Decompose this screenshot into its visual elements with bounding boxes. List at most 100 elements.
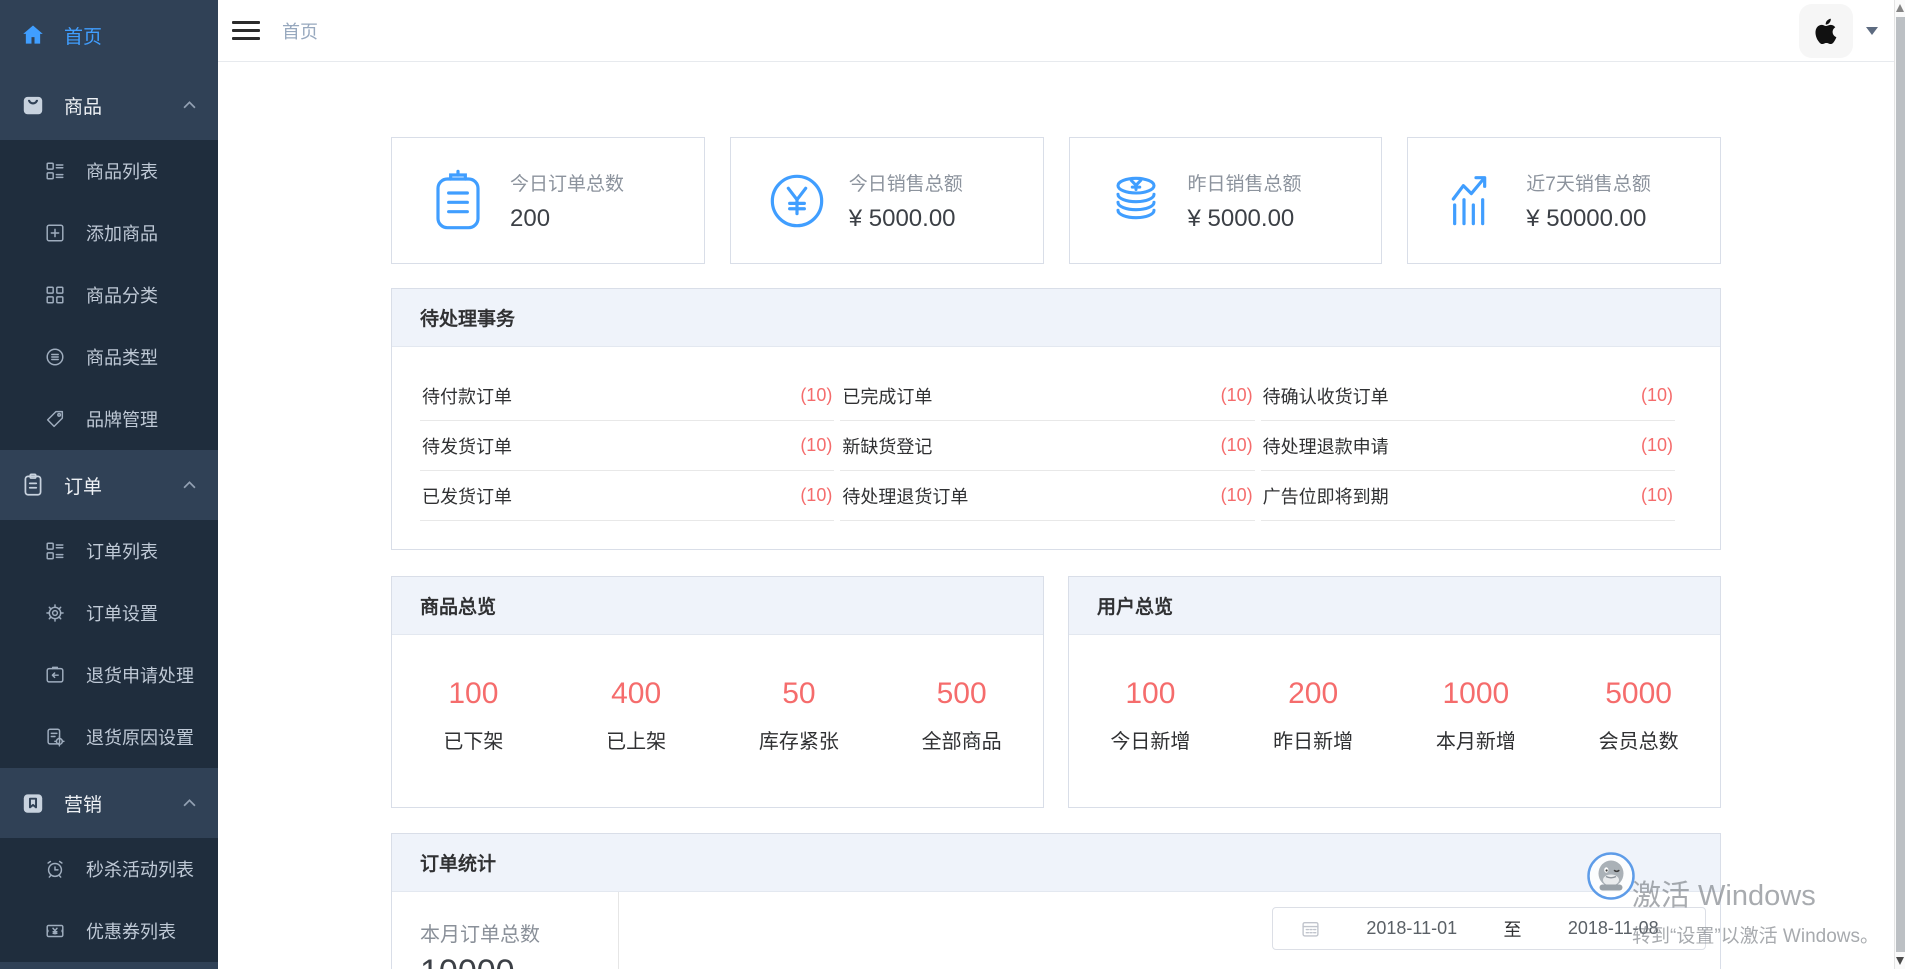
sidebar-item-label: 营销 xyxy=(64,790,102,817)
overview-label: 已下架 xyxy=(392,725,555,754)
return-box-icon xyxy=(44,664,66,686)
dashboard-content: 今日订单总数 200 今日销售总额 ¥ 5000.00 xyxy=(218,62,1905,969)
sidebar-item-order[interactable]: 订单 xyxy=(0,450,218,520)
sidebar-item-brand[interactable]: 品牌管理 xyxy=(0,388,218,450)
sidebar-item-coupon-list[interactable]: 优惠券列表 xyxy=(0,900,218,962)
vertical-scrollbar[interactable] xyxy=(1894,0,1905,969)
stat-card-text: 今日销售总额 ¥ 5000.00 xyxy=(849,169,963,233)
todo-item[interactable]: 待处理退货订单(10) xyxy=(840,471,1254,521)
sidebar-item-product-add[interactable]: 添加商品 xyxy=(0,202,218,264)
sidebar-item-label: 秒杀活动列表 xyxy=(86,856,194,882)
overview-stat: 50库存紧张 xyxy=(718,677,881,754)
sidebar-item-product-category[interactable]: 商品分类 xyxy=(0,264,218,326)
sidebar-item-product-list[interactable]: 商品列表 xyxy=(0,140,218,202)
overview-value: 100 xyxy=(392,677,555,711)
grid-icon xyxy=(44,284,66,306)
scrollbar-thumb[interactable] xyxy=(1896,17,1905,952)
user-overview-stats: 100今日新增 200昨日新增 1000本月新增 5000会员总数 xyxy=(1069,635,1720,754)
sidebar-item-product-type[interactable]: 商品类型 xyxy=(0,326,218,388)
todo-count: (10) xyxy=(1221,385,1253,406)
date-start-field[interactable]: 2018-11-01 xyxy=(1320,918,1504,939)
todo-item[interactable]: 待处理退款申请(10) xyxy=(1261,421,1675,471)
todo-count: (10) xyxy=(800,485,832,506)
hamburger-menu-icon[interactable] xyxy=(232,16,260,45)
stat-card-week-sales: 近7天销售总额 ¥ 50000.00 xyxy=(1407,137,1721,264)
sidebar-item-return-apply[interactable]: 退货申请处理 xyxy=(0,644,218,706)
overview-row: 商品总览 100已下架 400已上架 50库存紧张 500全部商品 用户总览 1… xyxy=(391,576,1721,808)
todo-label: 待处理退款申请 xyxy=(1263,433,1389,459)
sidebar-submenu-order: 订单列表 订单设置 退货申请处理 退货原因设置 xyxy=(0,520,218,768)
stat-card-today-orders: 今日订单总数 200 xyxy=(391,137,705,264)
avatar[interactable] xyxy=(1799,4,1853,58)
product-overview-stats: 100已下架 400已上架 50库存紧张 500全部商品 xyxy=(392,635,1043,754)
stat-card-value: ¥ 5000.00 xyxy=(1188,205,1302,233)
bookmark-icon xyxy=(20,790,46,816)
order-clipboard-icon xyxy=(426,169,490,233)
panel-title: 待处理事务 xyxy=(392,289,1720,347)
overview-label: 本月新增 xyxy=(1395,725,1558,754)
overview-value: 50 xyxy=(718,677,881,711)
todo-grid: 待付款订单(10) 已完成订单 (10) 待确认收货订单(10) 待发货订单(10… xyxy=(392,347,1720,549)
sidebar-item-label: 订单设置 xyxy=(86,600,158,626)
sidebar-item-label: 商品类型 xyxy=(86,344,158,370)
breadcrumb[interactable]: 首页 xyxy=(282,18,318,44)
todo-item[interactable]: 新缺货登记(10) xyxy=(840,421,1254,471)
sidebar-item-label: 优惠券列表 xyxy=(86,918,176,944)
sidebar-item-product[interactable]: 商品 xyxy=(0,70,218,140)
date-range-picker[interactable]: 2018-11-01 至 2018-11-08 xyxy=(1272,907,1706,950)
scroll-down-arrow-icon[interactable] xyxy=(1896,957,1904,965)
sidebar-item-home[interactable]: 首页 xyxy=(0,0,218,70)
home-icon xyxy=(20,22,46,48)
stat-card-label: 昨日销售总额 xyxy=(1188,169,1302,196)
sidebar-item-label: 商品分类 xyxy=(86,282,158,308)
grid-list-icon xyxy=(44,160,66,182)
sidebar-item-label: 退货申请处理 xyxy=(86,662,194,688)
chevron-down-icon[interactable] xyxy=(1866,27,1878,35)
todo-label: 已发货订单 xyxy=(422,483,512,509)
todo-panel: 待处理事务 待付款订单(10) 已完成订单 (10) 待确认收货订单(10) 待发… xyxy=(391,288,1721,550)
sidebar-item-flash-sale[interactable]: 秒杀活动列表 xyxy=(0,838,218,900)
todo-item[interactable]: 待确认收货订单(10) xyxy=(1261,371,1675,421)
sidebar-item-label: 商品 xyxy=(64,92,102,119)
todo-label: 已完成订单 xyxy=(842,383,932,409)
sidebar-item-label: 订单列表 xyxy=(86,538,158,564)
todo-count: (10) xyxy=(800,435,832,456)
date-end-field[interactable]: 2018-11-08 xyxy=(1522,918,1706,939)
coins-icon xyxy=(1104,169,1168,233)
sidebar-item-label: 添加商品 xyxy=(86,220,158,246)
overview-stat: 100 已下架 xyxy=(392,677,555,754)
list-circle-icon xyxy=(44,346,66,368)
sidebar-item-order-setting[interactable]: 订单设置 xyxy=(0,582,218,644)
chevron-up-icon xyxy=(183,799,196,807)
overview-stat: 5000会员总数 xyxy=(1557,677,1720,754)
qq-helper-icon[interactable] xyxy=(1586,851,1636,901)
todo-item[interactable]: 已完成订单 (10) xyxy=(840,371,1254,421)
todo-label: 新缺货登记 xyxy=(842,433,932,459)
todo-item[interactable]: 待付款订单(10) xyxy=(420,371,834,421)
order-metric-cell: 本月订单总数 10000 xyxy=(392,892,619,969)
scroll-up-arrow-icon[interactable] xyxy=(1896,4,1904,12)
sidebar-submenu-marketing: 秒杀活动列表 优惠券列表 xyxy=(0,838,218,962)
overview-value: 100 xyxy=(1069,677,1232,711)
stat-card-label: 今日销售总额 xyxy=(849,169,963,196)
product-overview-panel: 商品总览 100已下架 400已上架 50库存紧张 500全部商品 xyxy=(391,576,1044,808)
stat-card-value: ¥ 50000.00 xyxy=(1526,205,1651,233)
todo-label: 广告位即将到期 xyxy=(1263,483,1389,509)
sidebar-item-label: 商品列表 xyxy=(86,158,158,184)
gear-icon xyxy=(44,602,66,624)
todo-count: (10) xyxy=(1641,385,1673,406)
sidebar: 首页 商品 商品列表 添加商品 商品分类 xyxy=(0,0,218,969)
overview-value: 400 xyxy=(555,677,718,711)
sidebar-item-return-reason[interactable]: 退货原因设置 xyxy=(0,706,218,768)
sidebar-item-marketing[interactable]: 营销 xyxy=(0,768,218,838)
order-metric-label: 本月订单总数 xyxy=(420,918,618,947)
todo-item[interactable]: 已发货订单 (10) xyxy=(420,471,834,521)
order-stats-body: 本月订单总数 10000 2018-11-01 至 2018-11-08 xyxy=(392,892,1720,969)
overview-stat: 100今日新增 xyxy=(1069,677,1232,754)
trend-up-icon xyxy=(1442,169,1506,233)
overview-stat: 200昨日新增 xyxy=(1232,677,1395,754)
todo-item[interactable]: 待发货订单(10) xyxy=(420,421,834,471)
todo-item[interactable]: 广告位即将到期(10) xyxy=(1261,471,1675,521)
sidebar-item-order-list[interactable]: 订单列表 xyxy=(0,520,218,582)
sidebar-item-label: 订单 xyxy=(64,472,102,499)
